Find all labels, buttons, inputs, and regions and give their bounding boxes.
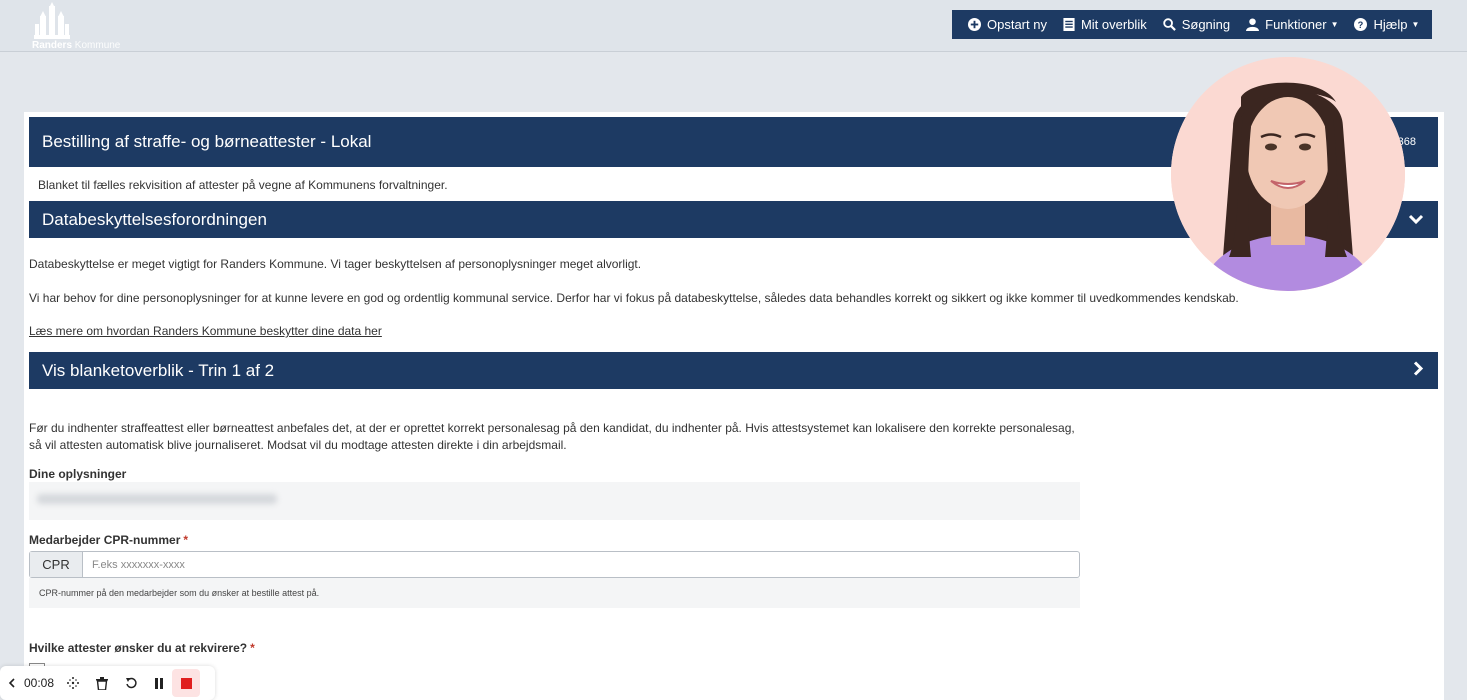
randers-kommune-logo[interactable]: Randers Kommune [30, 0, 125, 52]
restart-button[interactable] [125, 669, 137, 697]
gdpr-read-more-link[interactable]: Læs mere om hvordan Randers Kommune besk… [29, 324, 382, 338]
recording-timer: 00:08 [24, 676, 55, 690]
screen-recorder-toolbar: 00:08 [0, 666, 215, 700]
cpr-addon: CPR [30, 552, 83, 577]
gdpr-heading: Databeskyttelsesforordningen [42, 209, 267, 229]
certificates-label: Hvilke attester ønsker du at rekvirere? * [29, 641, 255, 655]
move-button[interactable] [66, 669, 80, 697]
delete-button[interactable] [96, 669, 109, 697]
blurred-user-info [37, 494, 277, 504]
required-mark: * [250, 641, 255, 655]
intro-text-line-2: så vil attesten automatisk blive journal… [29, 438, 567, 452]
city-crest-icon [34, 2, 70, 39]
stop-icon [180, 677, 192, 689]
stop-button[interactable] [172, 669, 201, 697]
user-icon [1246, 18, 1260, 31]
nav-hjaelp-dropdown[interactable]: ? Hjælp ▼ [1346, 10, 1427, 39]
top-bar: Randers Kommune Opstart ny Mit overblik … [0, 0, 1467, 52]
gdpr-paragraph-2: Vi har behov for dine personoplysninger … [29, 291, 1239, 305]
webcam-overlay [1171, 57, 1405, 291]
presenter-video [1171, 57, 1405, 291]
nav-soegning[interactable]: Søgning [1155, 10, 1238, 39]
form-description: Blanket til fælles rekvisition af attest… [38, 178, 448, 192]
your-info-label: Dine oplysninger [29, 467, 127, 481]
chevron-left-icon [8, 678, 15, 688]
collapse-button[interactable] [8, 669, 16, 697]
nav-mit-overblik[interactable]: Mit overblik [1055, 10, 1155, 39]
plus-circle-icon [968, 18, 981, 31]
list-icon [1063, 18, 1075, 31]
pause-button[interactable] [154, 669, 164, 697]
gdpr-paragraph-1: Databeskyttelse er meget vigtigt for Ran… [29, 257, 642, 271]
intro-text-line-1: Før du indhenter straffeattest eller bør… [29, 421, 1075, 435]
cpr-help-box: CPR-nummer på den medarbejder som du øns… [29, 578, 1080, 608]
required-mark: * [183, 533, 189, 547]
cpr-input[interactable] [83, 552, 1079, 577]
cpr-help-text: CPR-nummer på den medarbejder som du øns… [39, 588, 320, 598]
restart-icon [126, 677, 137, 689]
nav-opstart-ny[interactable]: Opstart ny [960, 10, 1055, 39]
search-icon [1162, 18, 1176, 31]
cpr-input-group: CPR [29, 551, 1080, 578]
form-title: Bestilling af straffe- og børneattester … [42, 132, 372, 151]
caret-down-icon: ▼ [1330, 20, 1339, 29]
question-circle-icon: ? [1354, 18, 1368, 31]
svg-text:?: ? [1358, 20, 1364, 30]
chevron-down-icon [1408, 210, 1424, 230]
logo-text: Randers Kommune [32, 40, 121, 51]
nav-funktioner-dropdown[interactable]: Funktioner ▼ [1238, 10, 1346, 39]
form-overview-header[interactable]: Vis blanketoverblik - Trin 1 af 2 [29, 352, 1438, 389]
main-nav: Opstart ny Mit overblik Søgning Funktion… [952, 10, 1432, 39]
caret-down-icon: ▼ [1411, 20, 1420, 29]
overview-heading: Vis blanketoverblik - Trin 1 af 2 [42, 360, 275, 380]
pause-icon [155, 677, 164, 689]
move-icon [67, 677, 80, 689]
trash-icon [96, 676, 109, 690]
cpr-label: Medarbejder CPR-nummer * [29, 533, 189, 547]
your-info-box [29, 482, 1080, 520]
chevron-right-icon [1412, 360, 1424, 381]
